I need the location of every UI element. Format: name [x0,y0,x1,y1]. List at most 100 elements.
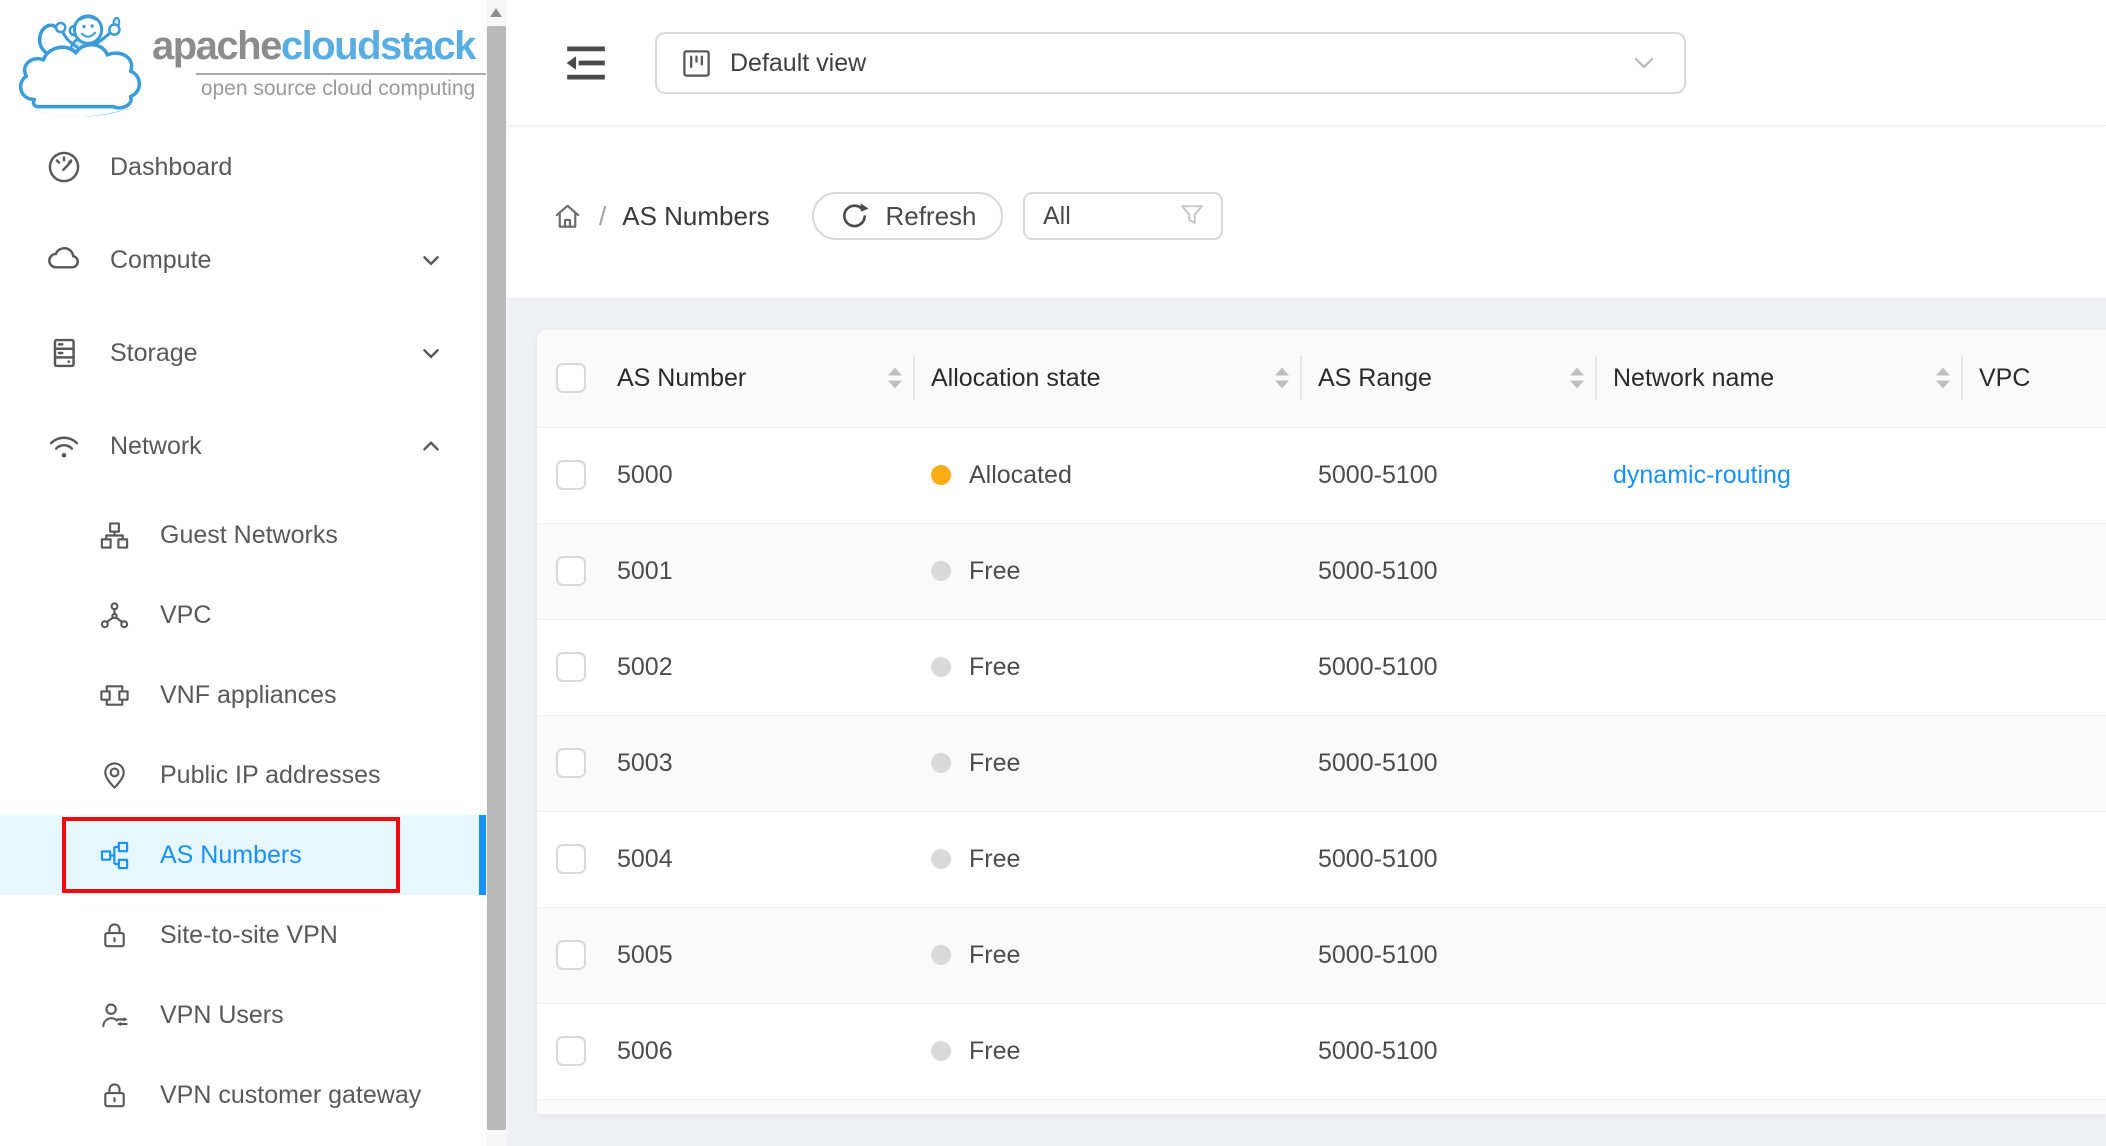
cell-as-range: 5000-5100 [1302,619,1597,715]
breadcrumb-current: AS Numbers [622,201,769,232]
as-numbers-table: AS Number Allocation state AS Range Netw… [537,330,2106,1114]
row-checkbox[interactable] [556,556,586,586]
cell-allocation-state: Free [915,619,1302,715]
sidebar-item-storage[interactable]: Storage [0,313,486,393]
cell-allocation-state: Free [915,1003,1302,1099]
scrollbar-up-button[interactable] [486,0,507,24]
cell-as-number: 5005 [605,907,915,1003]
sidebar-item-guest-networks[interactable]: Guest Networks [0,495,486,575]
cell-vpc [1963,811,2106,907]
table-header-row: AS Number Allocation state AS Range Netw… [537,330,2106,427]
row-checkbox[interactable] [556,652,586,682]
cell-as-range: 5000-5100 [1302,715,1597,811]
cell-network-name [1597,1099,1963,1114]
sidebar-item-network[interactable]: Network [0,406,486,486]
state-label: Free [969,1037,1020,1065]
cell-vpc [1963,907,2106,1003]
sidebar-item-public-ip-addresses[interactable]: Public IP addresses [0,735,486,815]
refresh-label: Refresh [885,201,976,232]
column-header-as-number[interactable]: AS Number [605,330,915,427]
sidebar-item-as-numbers[interactable]: AS Numbers [0,815,486,895]
cell-vpc [1963,1099,2106,1114]
dashboard-icon [46,149,82,185]
select-all-cell [537,330,605,427]
cell-as-number: 5000 [605,427,915,523]
table-row: 5005 Free 5000-5100 [537,907,2106,1003]
top-header-bar: Default view [507,0,2106,126]
sidebar-item-vpn-customer-gateway[interactable]: VPN customer gateway [0,1055,486,1135]
table-row: 5006 Free 5000-5100 [537,1003,2106,1099]
scrollbar-thumb[interactable] [487,26,506,1130]
menu-fold-icon[interactable] [563,40,609,86]
column-header-network-name[interactable]: Network name [1597,330,1963,427]
row-checkbox[interactable] [556,1036,586,1066]
table-row: 5004 Free 5000-5100 [537,811,2106,907]
cell-as-range: 5000-5100 [1302,907,1597,1003]
state-label: Free [969,845,1020,873]
sidebar-item-label: VPN Users [160,1001,284,1030]
column-header-allocation-state[interactable]: Allocation state [915,330,1302,427]
row-checkbox[interactable] [556,748,586,778]
cell-allocation-state: Free [915,1099,1302,1114]
column-header-as-range[interactable]: AS Range [1302,330,1597,427]
cell-allocation-state: Allocated [915,427,1302,523]
sidebar-item-vnf-appliances[interactable]: VNF appliances [0,655,486,735]
content-area: AS Number Allocation state AS Range Netw… [507,298,2106,1146]
sidebar-item-label: Guest Networks [160,521,338,550]
cell-vpc [1963,1003,2106,1099]
chevron-down-icon [420,249,442,271]
row-checkbox[interactable] [556,844,586,874]
column-header-vpc[interactable]: VPC [1963,330,2106,427]
cell-as-number: 5004 [605,811,915,907]
sidebar-item-label: Dashboard [110,153,232,182]
sidebar-item-label: VPN customer gateway [160,1081,421,1110]
state-dot [931,945,951,965]
cell-vpc [1963,427,2106,523]
table-row: 5000 Allocated 5000-5100 dynamic-routing [537,427,2106,523]
sidebar-item-label: Compute [110,246,211,275]
refresh-button[interactable]: Refresh [812,192,1003,240]
sort-carets-icon [888,368,902,389]
apartment-icon [99,520,130,551]
vpc-nodes-icon [99,600,130,631]
network-name-link[interactable]: dynamic-routing [1613,461,1791,489]
cell-as-number: 5007 [605,1099,915,1114]
breadcrumb: / AS Numbers [552,191,770,241]
state-label: Free [969,749,1020,777]
sidebar-item-vpc[interactable]: VPC [0,575,486,655]
cell-network-name [1597,715,1963,811]
state-label: Free [969,557,1020,585]
state-dot [931,849,951,869]
sidebar-item-vpn-users[interactable]: VPN Users [0,975,486,1055]
table-row: 5002 Free 5000-5100 [537,619,2106,715]
project-icon [681,48,712,79]
row-checkbox[interactable] [556,940,586,970]
cell-as-range: 5000-5100 [1302,1099,1597,1114]
cell-as-number: 5006 [605,1003,915,1099]
logo-word-cloudstack: cloudstack [281,24,475,68]
cell-as-range: 5000-5100 [1302,523,1597,619]
cell-as-number: 5003 [605,715,915,811]
sidebar-item-compute[interactable]: Compute [0,220,486,300]
cell-vpc [1963,619,2106,715]
cell-network-name [1597,811,1963,907]
sidebar-item-label: Network [110,432,202,461]
user-switch-icon [99,1000,130,1031]
sidebar-scrollbar[interactable] [486,0,507,1146]
filter-select-dropdown[interactable]: All [1023,192,1223,240]
home-icon[interactable] [552,201,583,232]
table-row: 5003 Free 5000-5100 [537,715,2106,811]
sidebar-item-dashboard[interactable]: Dashboard [0,127,486,207]
select-all-checkbox[interactable] [556,363,586,393]
cell-allocation-state: Free [915,715,1302,811]
state-label: Allocated [969,461,1072,489]
map-pin-icon [99,760,130,791]
logo-link[interactable]: apachecloudstack open source cloud compu… [0,0,486,120]
cell-as-range: 5000-5100 [1302,427,1597,523]
sidebar-item-label: Site-to-site VPN [160,921,338,950]
row-checkbox[interactable] [556,460,586,490]
state-dot [931,657,951,677]
sidebar-item-label: Public IP addresses [160,761,381,790]
sidebar-item-site-to-site-vpn[interactable]: Site-to-site VPN [0,895,486,975]
view-select-dropdown[interactable]: Default view [655,32,1686,94]
